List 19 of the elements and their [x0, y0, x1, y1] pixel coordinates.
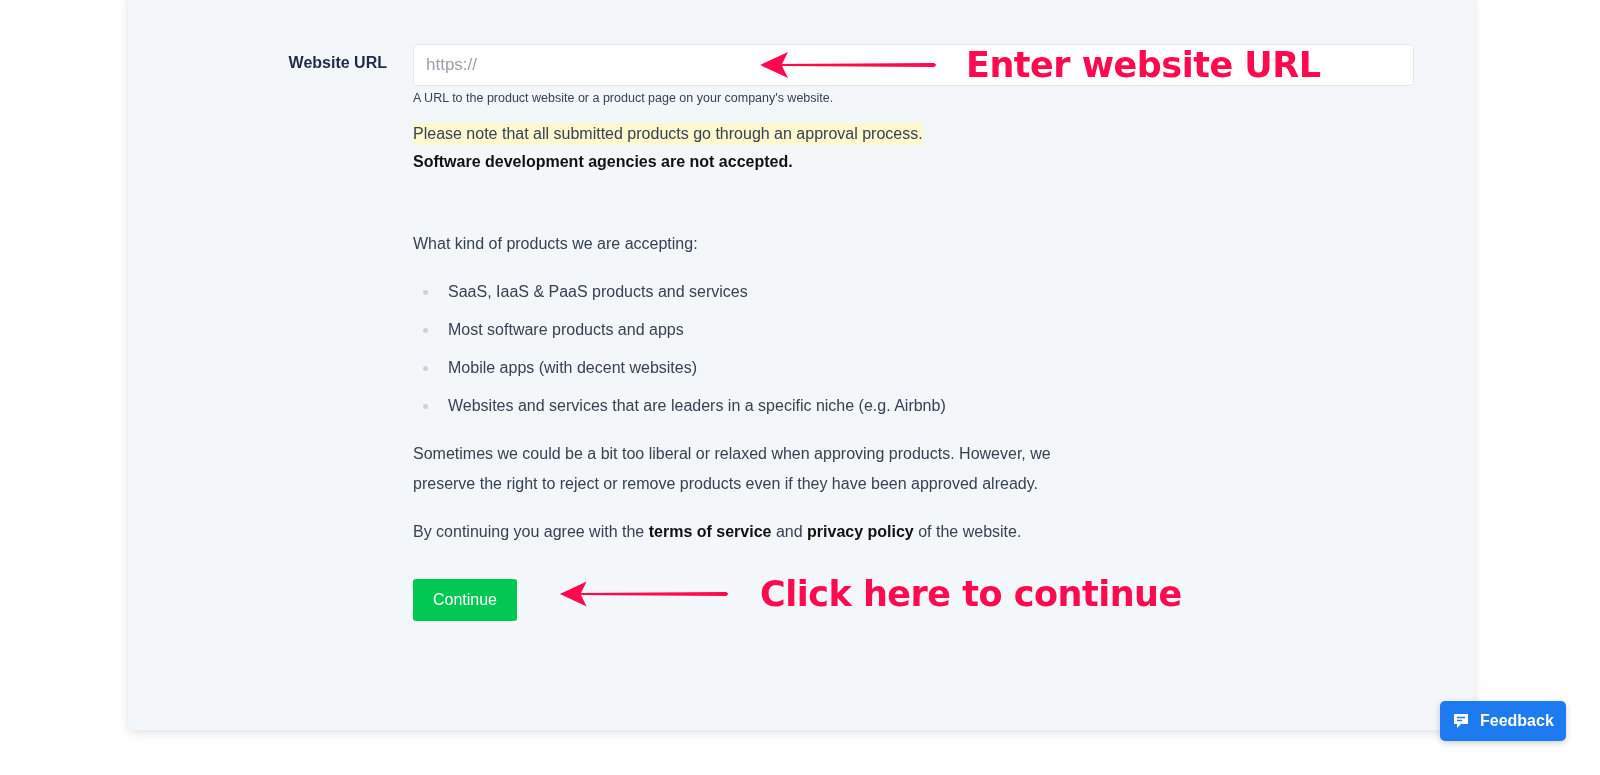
notice-text: Please note that all submitted products go through an approval process. [413, 123, 923, 145]
field-label: Website URL [288, 54, 388, 73]
list-item: Websites and services that are leaders in a specific niche (e.g. Airbnb) [413, 387, 946, 425]
list-item: Most software products and apps [413, 311, 946, 349]
annotation-text: Enter website URL [966, 45, 1321, 85]
chat-icon [1452, 712, 1470, 730]
disclaimer-text: Sometimes we could be a bit too liberal or relaxed when approving products. However, we preserve the right to reject or remove products even if they have been approved already. [413, 444, 1052, 494]
feedback-button[interactable]: Feedback [1440, 701, 1566, 741]
list-item: SaaS, IaaS & PaaS products and services [413, 273, 946, 311]
arrow-icon [758, 50, 938, 80]
intro-text: What kind of products we are accepting: [413, 235, 698, 253]
terms-link[interactable]: terms of service [648, 523, 772, 540]
list-item: Mobile apps (with decent websites) [413, 349, 946, 387]
help-text: A URL to the product website or a product page on your company's website. [413, 91, 834, 105]
privacy-link[interactable]: privacy policy [807, 523, 914, 540]
annotation-text: Click here to continue [760, 574, 1182, 614]
agreement-text: By continuing you agree with the terms of service and privacy policy of the website. [413, 522, 1022, 542]
warning-text: Software development agencies are not accepted. [413, 153, 793, 171]
arrow-icon [558, 579, 730, 609]
